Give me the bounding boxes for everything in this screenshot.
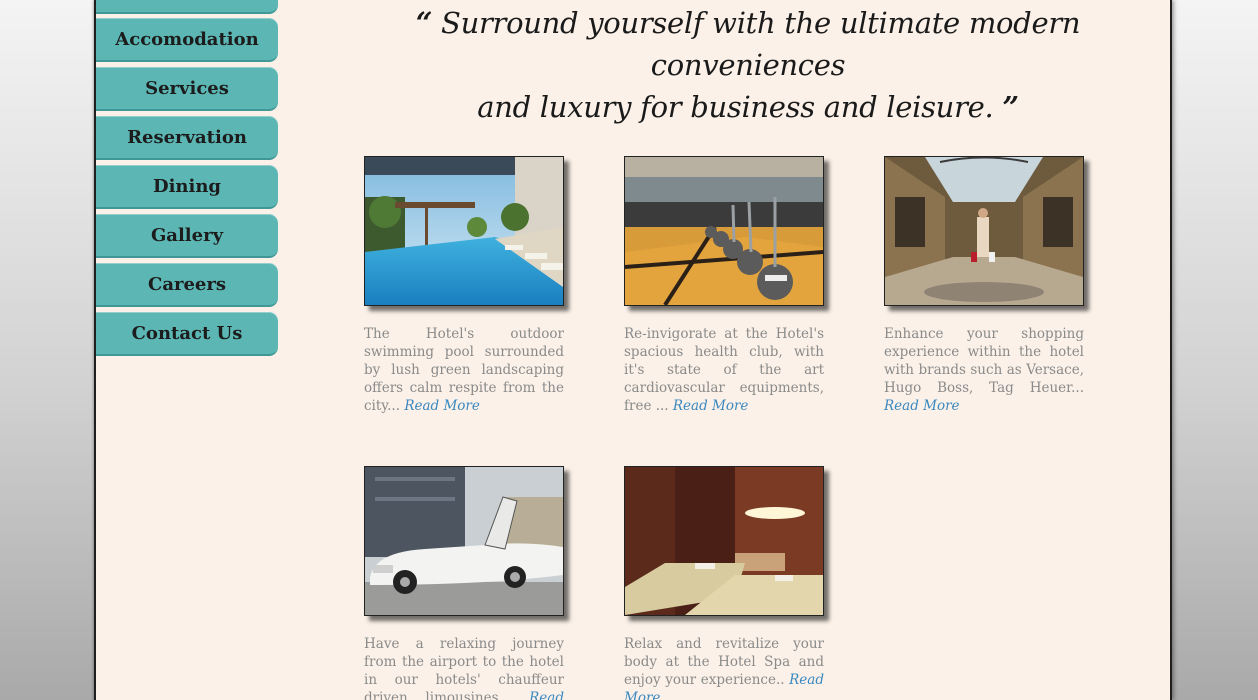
tagline-text-1: Surround yourself with the ultimate mode… bbox=[441, 6, 1081, 82]
open-quote-mark: “ bbox=[415, 6, 433, 40]
service-card-pool: The Hotel's outdoor swimming pool surrou… bbox=[364, 156, 566, 415]
read-more-link[interactable]: Read More bbox=[404, 398, 480, 414]
tagline-line-2: and luxury for business and leisure. ” bbox=[348, 86, 1148, 128]
nav-item-careers[interactable]: Careers bbox=[96, 263, 278, 307]
tagline-quote: “ Surround yourself with the ultimate mo… bbox=[348, 2, 1148, 128]
card-description: The Hotel's outdoor swimming pool surrou… bbox=[364, 325, 564, 415]
nav-item-gallery[interactable]: Gallery bbox=[96, 214, 278, 258]
service-card-limousine: Have a relaxing journey from the airport… bbox=[364, 466, 566, 700]
card-text: Enhance your shopping experience within … bbox=[884, 326, 1084, 396]
nav-item-dining[interactable]: Dining bbox=[96, 165, 278, 209]
shopping-arcade-photo[interactable] bbox=[884, 156, 1084, 306]
spa-photo[interactable] bbox=[624, 466, 824, 616]
nav-item-services[interactable]: Services bbox=[96, 67, 278, 111]
card-description: Enhance your shopping experience within … bbox=[884, 325, 1084, 415]
tagline-line-1: “ Surround yourself with the ultimate mo… bbox=[348, 2, 1148, 86]
read-more-link[interactable]: Read More bbox=[884, 398, 960, 414]
nav-item-accomodation[interactable]: Accomodation bbox=[96, 18, 278, 62]
swimming-pool-photo[interactable] bbox=[364, 156, 564, 306]
content-page: Accomodation Services Reservation Dining… bbox=[94, 0, 1172, 700]
nav-item-reservation[interactable]: Reservation bbox=[96, 116, 278, 160]
nav-item-contact-us[interactable]: Contact Us bbox=[96, 312, 278, 356]
tagline-text-2: and luxury for business and leisure. bbox=[477, 90, 994, 124]
card-description: Relax and revitalize your body at the Ho… bbox=[624, 635, 824, 700]
card-description: Have a relaxing journey from the airport… bbox=[364, 635, 564, 700]
service-card-health-club: Re-invigorate at the Hotel's spacious he… bbox=[624, 156, 826, 415]
health-club-photo[interactable] bbox=[624, 156, 824, 306]
read-more-link[interactable]: Read More bbox=[673, 398, 749, 414]
service-card-shopping: Enhance your shopping experience within … bbox=[884, 156, 1086, 415]
nav-item-top[interactable] bbox=[96, 0, 278, 14]
limousine-photo[interactable] bbox=[364, 466, 564, 616]
service-card-spa: Relax and revitalize your body at the Ho… bbox=[624, 466, 826, 700]
card-description: Re-invigorate at the Hotel's spacious he… bbox=[624, 325, 824, 415]
close-quote-mark: ” bbox=[1002, 90, 1019, 124]
